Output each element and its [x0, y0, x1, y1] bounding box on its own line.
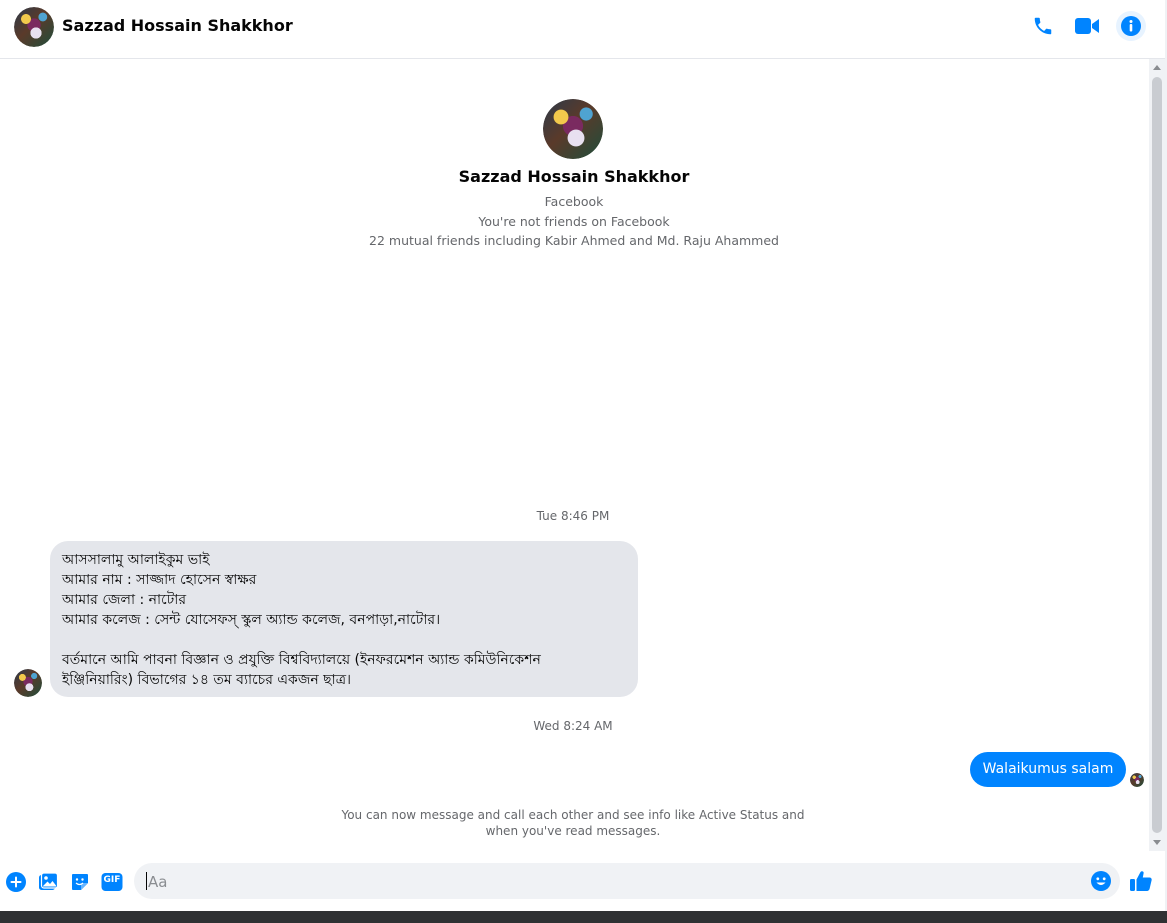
- message-line: আমার কলেজ : সেন্ট যোসেফস্ স্কুল অ্যান্ড …: [62, 612, 441, 628]
- message-input-container[interactable]: [134, 863, 1120, 901]
- emoji-icon: [1091, 871, 1111, 891]
- sender-avatar[interactable]: [14, 669, 42, 697]
- more-actions-button[interactable]: [5, 871, 27, 893]
- conversation-title[interactable]: Sazzad Hossain Shakkhor: [62, 16, 293, 35]
- scrollbar-thumb[interactable]: [1152, 77, 1162, 833]
- video-camera-icon: [1075, 18, 1099, 34]
- notice-line: You can now message and call each other …: [341, 808, 805, 822]
- message-input[interactable]: [146, 863, 1080, 901]
- os-taskbar-edge: [0, 911, 1167, 923]
- video-call-button[interactable]: [1072, 11, 1102, 41]
- emoji-button[interactable]: [1090, 870, 1112, 892]
- plus-circle-icon: [6, 872, 26, 892]
- message-line: আসসালামু আলাইকুম ভাই: [62, 552, 210, 568]
- header-avatar[interactable]: [14, 7, 54, 47]
- message-timestamp: Wed 8:24 AM: [533, 719, 613, 733]
- sticker-icon: [72, 874, 88, 890]
- conversation-info-button[interactable]: [1116, 11, 1146, 41]
- message-line: আমার নাম : সাজ্জাদ হোসেন স্বাক্ষর: [62, 572, 257, 588]
- thumbs-up-icon: [1130, 871, 1152, 891]
- message-line: ইঞ্জিনিয়ারিং) বিভাগের ১৪ তম ব্যাচের একজ…: [62, 672, 352, 688]
- notice-line: when you've read messages.: [485, 824, 661, 838]
- incoming-message-bubble[interactable]: আসসালামু আলাইকুম ভাই আমার নাম : সাজ্জাদ …: [50, 541, 638, 697]
- connection-notice: You can now message and call each other …: [340, 807, 806, 839]
- attach-photo-button[interactable]: [37, 871, 59, 893]
- sticker-button[interactable]: [69, 871, 91, 893]
- mutual-friends: 22 mutual friends including Kabir Ahmed …: [369, 233, 779, 248]
- message-line: আমার জেলা : নাটোর: [62, 592, 187, 608]
- message-timestamp: Tue 8:46 PM: [536, 509, 610, 523]
- profile-source: Facebook: [544, 194, 604, 209]
- profile-name: Sazzad Hossain Shakkhor: [458, 167, 690, 186]
- photo-icon: [39, 872, 58, 890]
- message-composer: GIF: [0, 851, 1165, 911]
- friend-status: You're not friends on Facebook: [478, 214, 670, 229]
- messenger-window: Sazzad Hossain Shakkhor Sazzad Hossain S…: [0, 0, 1167, 923]
- info-icon: [1121, 16, 1141, 36]
- phone-icon: [1034, 17, 1052, 35]
- scroll-down-arrow-icon[interactable]: [1153, 840, 1161, 845]
- gif-label: GIF: [103, 875, 121, 885]
- send-like-button[interactable]: [1129, 869, 1153, 893]
- gif-button[interactable]: GIF: [101, 871, 123, 893]
- message-scrollbar[interactable]: [1149, 59, 1165, 851]
- profile-avatar[interactable]: [543, 99, 603, 159]
- scroll-up-arrow-icon[interactable]: [1153, 65, 1161, 70]
- message-line: বর্তমানে আমি পাবনা বিজ্ঞান ও প্রযুক্তি ব…: [62, 652, 541, 668]
- conversation-header: Sazzad Hossain Shakkhor: [0, 0, 1165, 59]
- seen-indicator-avatar: [1130, 773, 1144, 787]
- outgoing-message-bubble[interactable]: Walaikumus salam: [970, 752, 1126, 787]
- audio-call-button[interactable]: [1028, 11, 1058, 41]
